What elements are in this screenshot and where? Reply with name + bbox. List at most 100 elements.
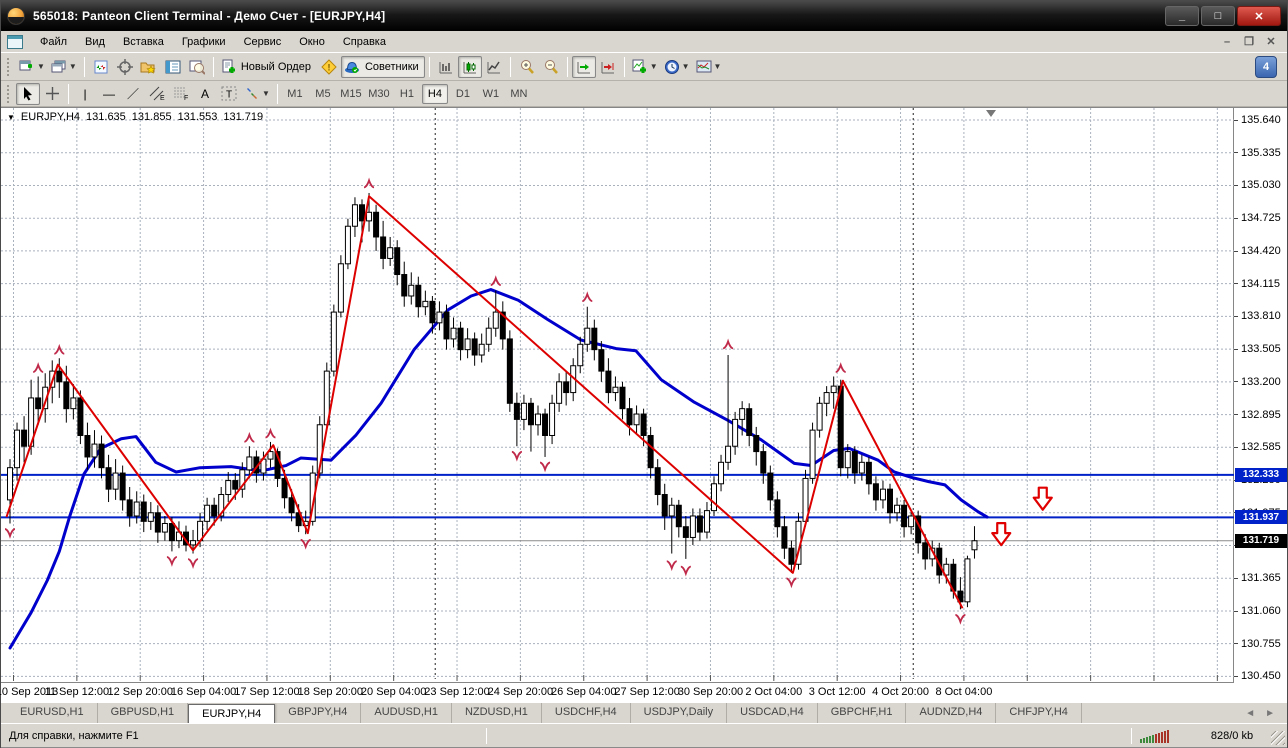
zoom-out-button[interactable] (539, 56, 563, 78)
resize-grip[interactable] (1271, 731, 1285, 745)
menu-справка[interactable]: Справка (334, 33, 395, 51)
time-axis-label: 27 Sep 12:00 (614, 686, 680, 698)
menu-файл[interactable]: Файл (31, 33, 76, 51)
terminal-button[interactable] (161, 56, 185, 78)
chart-tab-nzdusd[interactable]: NZDUSD,H1 (452, 703, 542, 723)
candle-body (760, 451, 767, 474)
mdi-minimize-button[interactable]: – (1219, 35, 1235, 49)
chart-tab-eurusd[interactable]: EURUSD,H1 (7, 703, 98, 723)
channel-icon: E (149, 86, 165, 101)
alert-button[interactable]: ! (317, 56, 341, 78)
menu-окно[interactable]: Окно (290, 33, 334, 51)
timeframe-w1[interactable]: W1 (478, 84, 504, 104)
chart-tab-gbpjpy[interactable]: GBPJPY,H4 (275, 703, 362, 723)
fractal-down-icon (166, 556, 178, 567)
fibonacci-button[interactable]: F (169, 83, 193, 105)
chart-tab-usdchf[interactable]: USDCHF,H4 (542, 703, 631, 723)
menu-вставка[interactable]: Вставка (114, 33, 173, 51)
chart-tab-usdcad[interactable]: USDCAD,H4 (727, 703, 818, 723)
periods-button[interactable]: ▼ (661, 56, 693, 78)
timeframe-m30[interactable]: M30 (366, 84, 392, 104)
market-watch-button[interactable] (89, 56, 113, 78)
bar-chart-button[interactable] (434, 56, 458, 78)
toolbar-grip[interactable] (7, 57, 11, 76)
text-label-button[interactable]: T (217, 83, 241, 105)
sell-arrow-icon (1032, 486, 1053, 511)
arrows-tool-button[interactable]: ▼ (241, 83, 273, 105)
chart-shift-button[interactable] (596, 56, 620, 78)
channel-button[interactable]: E (145, 83, 169, 105)
chart-tab-gbpusd[interactable]: GBPUSD,H1 (98, 703, 189, 723)
mdi-close-button[interactable]: ✕ (1263, 35, 1279, 49)
chart-tab-usdjpy[interactable]: USDJPY,Daily (631, 703, 728, 723)
mdi-restore-button[interactable]: ❐ (1241, 35, 1257, 49)
community-button[interactable]: 4 (1255, 55, 1277, 78)
menu-bar: Файл Вид Вставка Графики Сервис Окно Справка –… (1, 31, 1287, 53)
crosshair-tool-button[interactable] (40, 83, 64, 105)
menu-графики[interactable]: Графики (173, 33, 235, 51)
chart-shift-marker (986, 110, 996, 117)
timeframe-d1[interactable]: D1 (450, 84, 476, 104)
price-axis[interactable]: 135.640 135.335 135.030 134.725 134.420 134.1… (1234, 108, 1287, 702)
fractal-up-icon (32, 362, 44, 373)
terminal-icon (165, 60, 181, 73)
fractal-down-icon (680, 565, 692, 577)
timeframe-h1[interactable]: H1 (394, 84, 420, 104)
fractal-up-icon (244, 431, 255, 443)
price-tick-label: 131.365 (1234, 572, 1287, 584)
legend-high: 131.855 (131, 111, 172, 123)
profiles-button[interactable]: ▼ (48, 56, 80, 78)
line-chart-button[interactable] (482, 56, 506, 78)
price-tick-label: 132.895 (1234, 409, 1287, 421)
minimize-button[interactable]: _ (1165, 6, 1199, 26)
fractal-up-icon (363, 177, 375, 189)
data-window-button[interactable] (113, 56, 137, 78)
menu-вид[interactable]: Вид (76, 33, 114, 51)
chart-tab-eurjpy[interactable]: EURJPY,H4 (188, 704, 276, 723)
chart-tab-gbpchf[interactable]: GBPCHF,H1 (818, 703, 907, 723)
time-axis[interactable]: 10 Sep 2013 11 Sep 12:00 12 Sep 20:00 16 Se… (0, 682, 1234, 703)
zoom-out-icon (544, 59, 558, 74)
new-chart-icon (19, 60, 32, 70)
candle-body (753, 434, 760, 453)
legend-collapse-icon[interactable]: ▼ (7, 113, 15, 122)
tabs-scroll-left-icon[interactable]: ◄ (1245, 708, 1255, 719)
text-icon: A (200, 86, 209, 101)
candle-body (908, 515, 915, 528)
toolbar-grip-2[interactable] (7, 84, 11, 103)
auto-scroll-button[interactable] (571, 55, 596, 78)
zoom-in-button[interactable] (515, 56, 539, 78)
timeframe-mn[interactable]: MN (506, 84, 532, 104)
candle-body (556, 381, 563, 404)
horizontal-line-button[interactable]: — (97, 83, 121, 105)
new-chart-button[interactable]: ▼ (16, 56, 48, 78)
candle-body (851, 451, 858, 474)
time-axis-label: 23 Sep 12:00 (424, 686, 490, 698)
timeframe-m15[interactable]: M15 (338, 84, 364, 104)
price-chart[interactable] (1, 108, 1234, 682)
trendline-button[interactable]: ／ (121, 83, 145, 105)
expert-advisors-button[interactable]: Советники (340, 55, 425, 78)
candlestick-chart-button[interactable] (457, 55, 482, 78)
maximize-button[interactable]: □ (1201, 6, 1235, 26)
text-button[interactable]: A (193, 83, 217, 105)
status-help-text: Для справки, нажмите F1 (9, 729, 139, 742)
cursor-button[interactable] (16, 82, 40, 105)
vertical-line-button[interactable]: | (73, 83, 97, 105)
timeframe-h4[interactable]: H4 (421, 83, 448, 104)
indicators-button[interactable]: ▼ (629, 56, 661, 78)
close-button[interactable]: ✕ (1237, 6, 1281, 26)
chart-tab-audusd[interactable]: AUDUSD,H1 (361, 703, 452, 723)
templates-button[interactable]: ▼ (693, 56, 725, 78)
chart-tab-chfjpy[interactable]: CHFJPY,H4 (996, 703, 1082, 723)
navigator-button[interactable] (137, 56, 161, 78)
timeframe-m5[interactable]: M5 (310, 84, 336, 104)
chart-tab-audnzd[interactable]: AUDNZD,H4 (906, 703, 997, 723)
timeframe-m1[interactable]: M1 (282, 84, 308, 104)
new-order-button[interactable]: Новый Ордер (218, 56, 317, 78)
tabs-scroll-right-icon[interactable]: ► (1265, 708, 1275, 719)
hline-price-badge: 132.333 (1235, 467, 1287, 482)
strategy-tester-button[interactable] (185, 56, 209, 78)
menu-сервис[interactable]: Сервис (235, 33, 291, 51)
chart-plot-area[interactable]: ▼ EURJPY,H4 131.635 131.855 131.553 131.… (0, 108, 1234, 703)
